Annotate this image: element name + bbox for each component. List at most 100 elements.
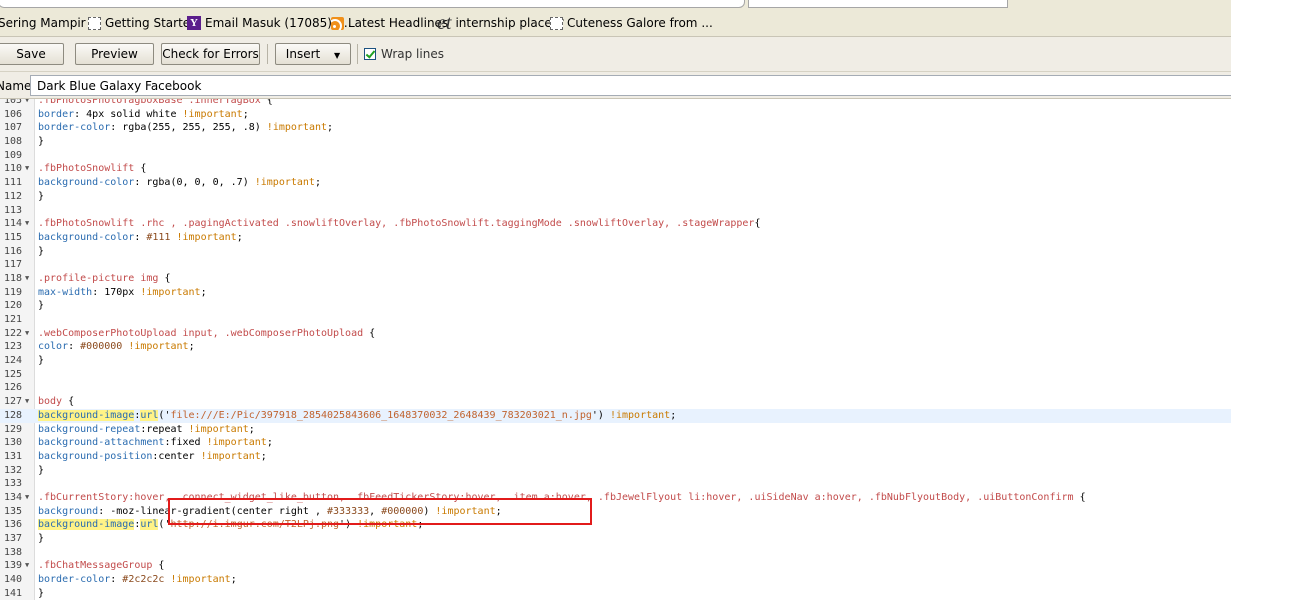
code-line[interactable]: 116}	[0, 245, 1231, 259]
code-text: }	[38, 587, 45, 599]
code-line[interactable]: 120}	[0, 299, 1231, 313]
code-line[interactable]: 124}	[0, 354, 1231, 368]
name-label: Name	[0, 79, 32, 93]
code-line[interactable]: 131 background-position:center !important…	[0, 450, 1231, 464]
bookmark-email-masuk[interactable]: Y Email Masuk (17085) -...	[187, 16, 352, 30]
line-number: 123	[3, 341, 22, 353]
line-number: 132	[3, 464, 22, 476]
toolbar-separator	[357, 44, 358, 64]
code-text: background-color: rgba(0, 0, 0, .7) !imp…	[38, 177, 321, 189]
code-line[interactable]: 133	[0, 477, 1231, 491]
code-line[interactable]: 132}	[0, 464, 1231, 478]
code-text: max-width: 170px !important;	[38, 286, 207, 298]
search-field[interactable]	[748, 0, 1008, 8]
bookmark-label: Email Masuk (17085) -...	[205, 16, 352, 30]
code-line[interactable]: 109	[0, 149, 1231, 163]
wrap-lines-label[interactable]: Wrap lines	[381, 47, 444, 61]
line-number: 105	[3, 98, 22, 106]
line-number: 118	[3, 272, 22, 284]
fold-toggle-icon[interactable]: ▼	[25, 395, 29, 409]
line-number: 122	[3, 327, 22, 339]
code-line[interactable]: 122 ▼ .webComposerPhotoUpload input, .webC…	[0, 327, 1231, 341]
code-line[interactable]: 138	[0, 546, 1231, 560]
fold-toggle-icon[interactable]: ▼	[25, 327, 29, 341]
bookmark-label: Latest Headlines	[348, 16, 449, 30]
line-number: 115	[3, 231, 22, 243]
code-line[interactable]: 135 background: -moz-linear-gradient(cent…	[0, 505, 1231, 519]
code-lines: 105 ▼ .fbPhotosPhotoTagboxBase .innerTagBo…	[0, 98, 1231, 600]
bookmark-getting-started[interactable]: Getting Started	[88, 16, 198, 30]
line-number: 119	[3, 286, 22, 298]
bookmark-label: Getting Started	[105, 16, 198, 30]
code-text: .webComposerPhotoUpload input, .webCompo…	[38, 327, 376, 339]
code-text: background-image:url('http://i.imgur.com…	[38, 519, 424, 531]
save-button[interactable]: Save	[0, 43, 64, 65]
code-line[interactable]: 111 background-color: rgba(0, 0, 0, .7) !…	[0, 176, 1231, 190]
line-number: 108	[3, 136, 22, 148]
blank-page-icon	[550, 16, 563, 30]
bookmark-cuteness-galore[interactable]: Cuteness Galore from ...	[550, 16, 713, 30]
line-number: 137	[3, 533, 22, 544]
code-line[interactable]: 140 border-color: #2c2c2c !important;	[0, 573, 1231, 587]
code-line[interactable]: 106 border: 4px solid white !important;	[0, 108, 1231, 122]
code-line[interactable]: 108}	[0, 135, 1231, 149]
fold-toggle-icon[interactable]: ▼	[25, 99, 29, 108]
code-line[interactable]: 121	[0, 313, 1231, 327]
code-line[interactable]: 112}	[0, 190, 1231, 204]
code-line[interactable]: 137}	[0, 532, 1231, 546]
code-line[interactable]: 136 background-image:url('http://i.imgur.…	[0, 518, 1231, 532]
code-line[interactable]: 134 ▼ .fbCurrentStory:hover, .connect_widg…	[0, 491, 1231, 505]
code-line[interactable]: 113	[0, 204, 1231, 218]
fold-toggle-icon[interactable]: ▼	[25, 559, 29, 573]
code-line[interactable]: 117	[0, 258, 1231, 272]
code-line[interactable]: 115 background-color: #111 !important;	[0, 231, 1231, 245]
fold-toggle-icon[interactable]: ▼	[25, 217, 29, 231]
bookmark-internship-places[interactable]: et internship places?	[437, 13, 564, 33]
bookmark-latest-headlines[interactable]: Latest Headlines	[331, 16, 448, 30]
code-line[interactable]: 128 background-image:url('file:///E:/Pic/…	[0, 408, 1231, 423]
line-number: 135	[3, 505, 22, 517]
code-line[interactable]: 125	[0, 368, 1231, 382]
url-field[interactable]	[0, 0, 745, 8]
fold-toggle-icon[interactable]: ▼	[25, 272, 29, 286]
save-label: Save	[16, 47, 46, 61]
address-bar-strip	[0, 0, 1231, 8]
dropdown-arrow-icon: ▼	[334, 51, 341, 60]
code-line[interactable]: 118 ▼ .profile-picture img {	[0, 272, 1231, 286]
code-line[interactable]: 127 ▼ body {	[0, 395, 1231, 409]
bookmark-sering-mampir[interactable]: Sering Mampir	[0, 16, 86, 30]
insert-dropdown-button[interactable]: Insert ▼	[275, 43, 351, 65]
wrap-lines-checkbox[interactable]	[364, 48, 376, 60]
preview-button[interactable]: Preview	[75, 43, 154, 65]
check-for-errors-button[interactable]: Check for Errors	[161, 43, 260, 65]
line-number: 120	[3, 300, 22, 312]
fold-toggle-icon[interactable]: ▼	[25, 162, 29, 176]
code-line[interactable]: 129 background-repeat:repeat !important;	[0, 423, 1231, 437]
line-number: 112	[3, 190, 22, 202]
code-text: background-image:url('file:///E:/Pic/397…	[38, 409, 677, 421]
code-editor[interactable]: 105 ▼ .fbPhotosPhotoTagboxBase .innerTagBo…	[0, 98, 1231, 600]
line-number: 125	[3, 368, 22, 380]
code-text: }	[38, 300, 45, 312]
style-editor-window: Sering Mampir Getting Started Y Email Ma…	[0, 0, 1231, 600]
code-text: }	[38, 245, 45, 257]
fold-toggle-icon[interactable]: ▼	[25, 491, 29, 505]
code-line[interactable]: 126	[0, 381, 1231, 395]
code-line[interactable]: 123 color: #000000 !important;	[0, 340, 1231, 354]
code-line[interactable]: 141}	[0, 587, 1231, 600]
style-name-input[interactable]	[30, 75, 1231, 96]
line-number: 113	[3, 204, 22, 216]
preview-label: Preview	[91, 47, 138, 61]
code-line[interactable]: 114 ▼ .fbPhotoSnowlift .rhc , .pagingActiv…	[0, 217, 1231, 231]
name-row: Name	[0, 72, 1231, 99]
code-line[interactable]: 110 ▼ .fbPhotoSnowlift {	[0, 162, 1231, 176]
line-number: 136	[3, 519, 22, 531]
line-number: 139	[3, 560, 22, 572]
code-line[interactable]: 107 border-color: rgba(255, 255, 255, .8)…	[0, 121, 1231, 135]
code-text: border: 4px solid white !important;	[38, 108, 249, 120]
code-line[interactable]: 139 ▼ .fbChatMessageGroup {	[0, 559, 1231, 573]
code-line[interactable]: 105 ▼ .fbPhotosPhotoTagboxBase .innerTagBo…	[0, 98, 1231, 108]
line-number: 117	[3, 259, 22, 271]
code-line[interactable]: 119 max-width: 170px !important;	[0, 286, 1231, 300]
code-line[interactable]: 130 background-attachment:fixed !importan…	[0, 436, 1231, 450]
